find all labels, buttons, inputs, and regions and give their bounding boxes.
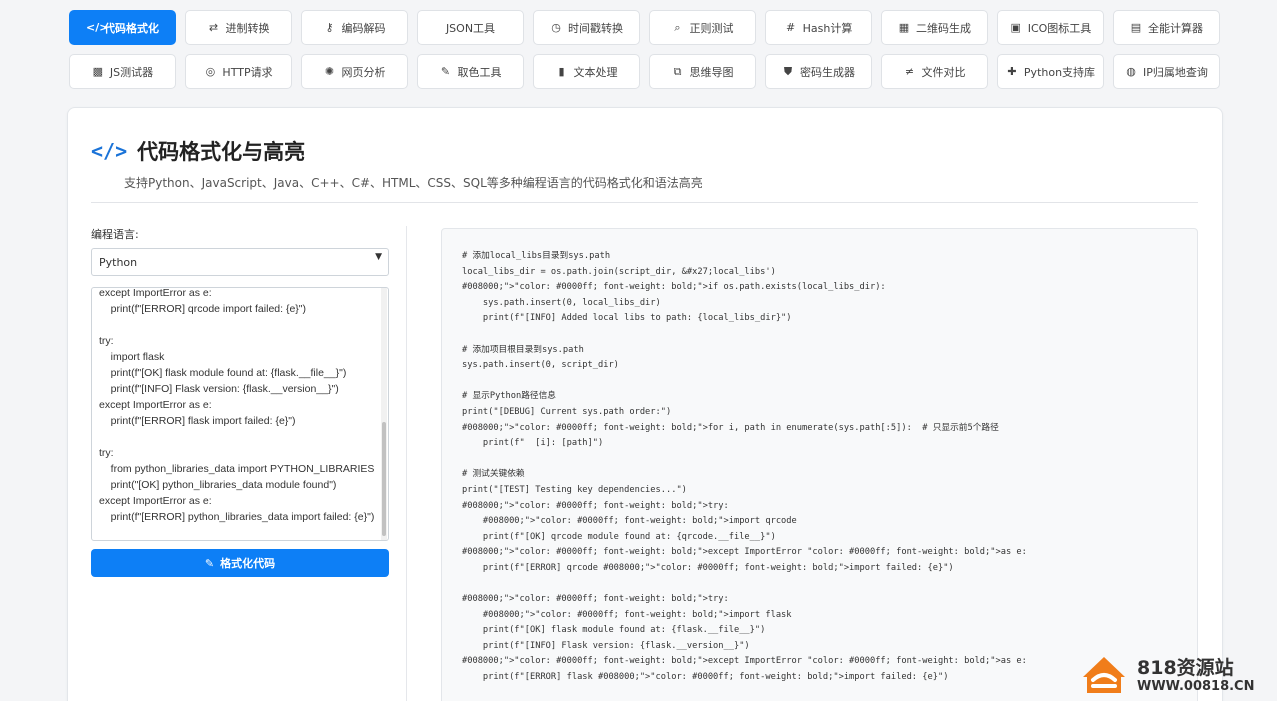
nav-item-label: 时间戳转换 xyxy=(568,21,623,35)
code-input-text: except ImportError as e: print(f"[ERROR]… xyxy=(99,287,375,523)
nav-item-label: JSON工具 xyxy=(445,21,496,35)
nav-item-label: Hash计算 xyxy=(802,21,853,35)
nav-item-15[interactable]: ⧉ 思维导图 xyxy=(649,54,756,89)
format-code-button-label: 格式化代码 xyxy=(220,557,276,570)
nav-item-10[interactable]: ▩ JS测试器 xyxy=(69,54,176,89)
nav-item-icon: ▣ xyxy=(1010,21,1021,34)
nav-item-5[interactable]: ⌕ 正则测试 xyxy=(649,10,756,45)
nav-item-label: 编码解码 xyxy=(341,21,386,35)
input-panel: 编程语言: Python ▼ except ImportError as e: … xyxy=(91,226,389,577)
header-divider xyxy=(91,202,1198,203)
nav-item-label: 二维码生成 xyxy=(916,21,971,35)
nav-item-7[interactable]: ▦ 二维码生成 xyxy=(881,10,988,45)
main-card: </> 代码格式化与高亮 支持Python、JavaScript、Java、C+… xyxy=(67,107,1223,701)
nav-item-11[interactable]: ◎ HTTP请求 xyxy=(185,54,292,89)
nav-item-label: 代码格式化 xyxy=(104,21,159,35)
code-icon: </> xyxy=(91,139,128,163)
nav-item-icon: </> xyxy=(86,21,109,34)
watermark-site-name: 818资源站 xyxy=(1137,657,1234,679)
nav-item-icon: ≠ xyxy=(904,65,915,78)
nav-item-label: 正则测试 xyxy=(689,21,734,35)
nav-item-3[interactable]: JSON工具 xyxy=(417,10,524,45)
page-subtitle: 支持Python、JavaScript、Java、C++、C#、HTML、CSS… xyxy=(124,176,703,190)
pencil-icon: ✎ xyxy=(204,556,215,570)
site-logo-icon xyxy=(1083,657,1125,693)
language-select[interactable]: Python ▼ xyxy=(91,248,389,276)
nav-item-icon: ▦ xyxy=(898,21,910,34)
nav-item-icon: ⚷ xyxy=(325,21,334,34)
nav-item-label: 密码生成器 xyxy=(800,65,855,79)
nav-item-label: JS测试器 xyxy=(109,65,154,79)
page-title-text: 代码格式化与高亮 xyxy=(137,140,306,164)
language-select-value: Python xyxy=(99,255,138,269)
nav-item-icon: ✎ xyxy=(440,65,451,78)
language-label: 编程语言: xyxy=(91,228,139,241)
nav-item-icon: ✚ xyxy=(1007,65,1017,78)
nav-item-icon: # xyxy=(786,21,796,34)
nav-item-8[interactable]: ▣ ICO图标工具 xyxy=(997,10,1104,45)
page-title: </> 代码格式化与高亮 xyxy=(91,136,305,166)
nav-item-icon: ⇄ xyxy=(208,21,219,34)
formatted-output-code: # 添加local_libs目录到sys.path local_libs_dir… xyxy=(462,251,1027,683)
nav-item-2[interactable]: ⚷ 编码解码 xyxy=(301,10,408,45)
nav-item-label: 文本处理 xyxy=(573,65,618,79)
nav-item-icon: ◎ xyxy=(205,65,216,78)
nav-item-14[interactable]: ▮ 文本处理 xyxy=(533,54,640,89)
nav-item-icon: ▮ xyxy=(558,65,565,78)
nav-item-icon: ⛊ xyxy=(783,64,793,78)
nav-item-4[interactable]: ◷ 时间戳转换 xyxy=(533,10,640,45)
nav-item-label: HTTP请求 xyxy=(222,65,273,79)
nav-item-icon: ◍ xyxy=(1126,65,1136,78)
nav-item-icon: ◷ xyxy=(551,21,561,34)
code-input-textarea[interactable]: except ImportError as e: print(f"[ERROR]… xyxy=(91,287,389,541)
site-watermark: 818资源站 WWW.00818.CN xyxy=(1081,655,1254,697)
nav-item-label: IP归属地查询 xyxy=(1143,65,1208,79)
nav-item-icon: ⧉ xyxy=(673,64,682,78)
nav-item-label: 思维导图 xyxy=(689,65,734,79)
nav-item-label: Python支持库 xyxy=(1023,65,1096,79)
nav-item-19[interactable]: ◍ IP归属地查询 xyxy=(1113,54,1220,89)
nav-item-icon: ▤ xyxy=(1130,21,1142,34)
nav-item-icon: ⌕ xyxy=(674,20,681,34)
nav-item-icon: ▩ xyxy=(92,65,104,78)
nav-item-label: 进制转换 xyxy=(225,21,270,35)
watermark-site-url: WWW.00818.CN xyxy=(1137,679,1255,694)
nav-item-6[interactable]: # Hash计算 xyxy=(765,10,872,45)
nav-item-1[interactable]: ⇄ 进制转换 xyxy=(185,10,292,45)
tool-nav: </> 代码格式化 ⇄ 进制转换 ⚷ 编码解码 JSON工具 ◷ 时间戳转换 ⌕ 正则测试 # Hash… xyxy=(69,10,1221,89)
code-input-scrollbar-thumb[interactable] xyxy=(382,422,386,536)
caret-down-icon: ▼ xyxy=(375,252,382,262)
formatted-output-panel: # 添加local_libs目录到sys.path local_libs_dir… xyxy=(441,228,1198,701)
panel-separator xyxy=(406,226,407,701)
nav-item-icon: ✺ xyxy=(324,65,335,78)
nav-item-12[interactable]: ✺ 网页分析 xyxy=(301,54,408,89)
nav-item-18[interactable]: ✚ Python支持库 xyxy=(997,54,1104,89)
nav-item-9[interactable]: ▤ 全能计算器 xyxy=(1113,10,1220,45)
format-code-button[interactable]: ✎ 格式化代码 xyxy=(91,549,389,577)
nav-item-label: 网页分析 xyxy=(341,65,386,79)
nav-item-16[interactable]: ⛊ 密码生成器 xyxy=(765,54,872,89)
nav-item-13[interactable]: ✎ 取色工具 xyxy=(417,54,524,89)
nav-item-label: 取色工具 xyxy=(457,65,502,79)
nav-item-17[interactable]: ≠ 文件对比 xyxy=(881,54,988,89)
nav-item-label: 全能计算器 xyxy=(1148,21,1203,35)
nav-item-0[interactable]: </> 代码格式化 xyxy=(69,10,176,45)
nav-item-label: ICO图标工具 xyxy=(1027,21,1092,35)
nav-item-label: 文件对比 xyxy=(921,65,966,79)
